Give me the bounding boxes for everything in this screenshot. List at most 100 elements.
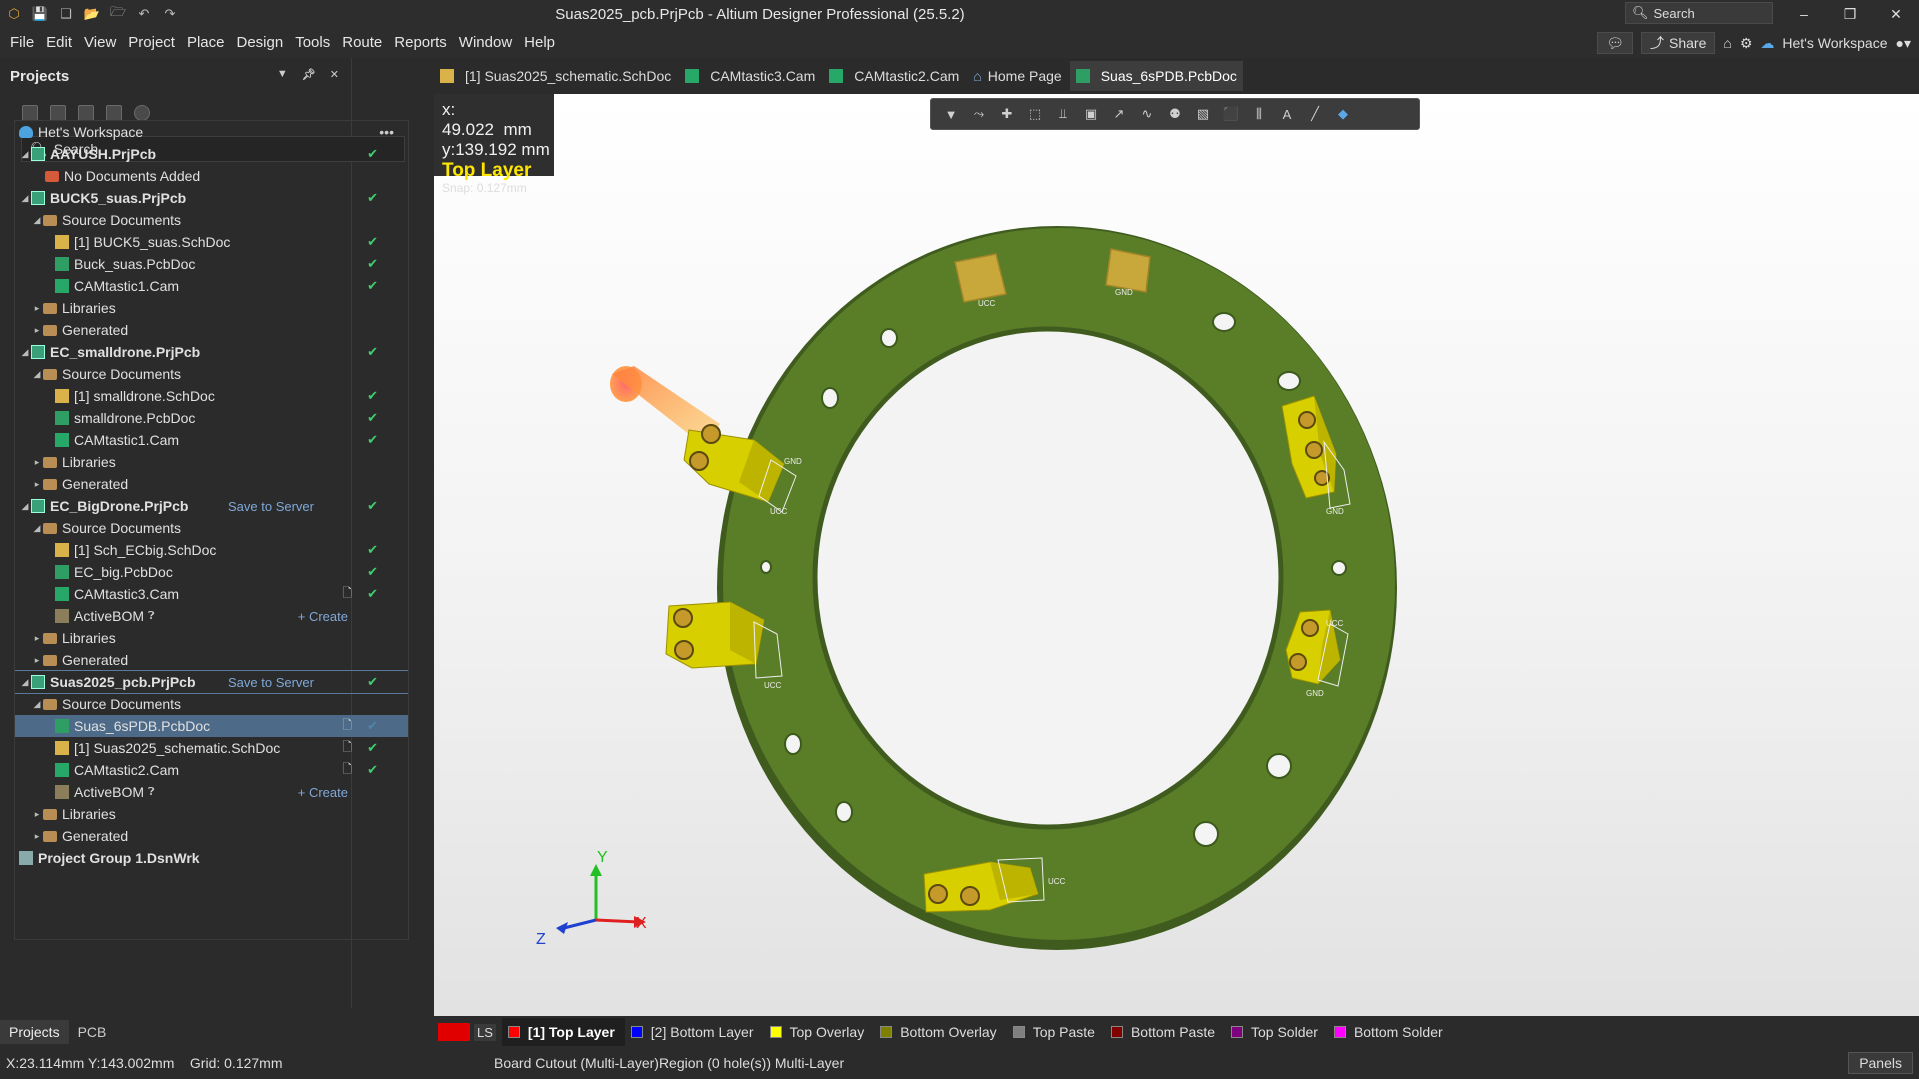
filter-icon[interactable]: ▼ — [941, 104, 961, 124]
tree-project-ec-smalldrone[interactable]: ◢ EC_smalldrone.PrjPcb ✔ — [15, 341, 408, 363]
shield-icon[interactable]: ◆ — [1333, 104, 1353, 124]
menu-window[interactable]: Window — [453, 28, 518, 58]
place-text-icon[interactable]: A — [1277, 104, 1297, 124]
tree-project-aayush[interactable]: ◢ AAYUSH.PrjPcb ✔ — [15, 143, 408, 165]
doc-tab-suas-6spdb[interactable]: Suas_6sPDB.PcbDoc — [1069, 61, 1243, 91]
collapse-arrow-icon[interactable]: ◢ — [19, 193, 31, 204]
expand-arrow-icon[interactable]: ▸ — [31, 303, 43, 314]
layer-tab-bottom-overlay[interactable]: Bottom Overlay — [874, 1018, 1006, 1046]
menu-place[interactable]: Place — [181, 28, 231, 58]
menu-view[interactable]: View — [78, 28, 122, 58]
tree-project-group[interactable]: Project Group 1.DsnWrk — [15, 847, 408, 869]
tune-length-icon[interactable]: ∿ — [1137, 104, 1157, 124]
minimize-button[interactable]: – — [1781, 0, 1827, 28]
save-to-server-link[interactable]: Save to Server — [228, 675, 314, 690]
tree-libraries[interactable]: ▸ Libraries — [15, 627, 408, 649]
collapse-arrow-icon[interactable]: ◢ — [19, 501, 31, 512]
gear-icon[interactable]: ⚙ — [1740, 35, 1753, 52]
expand-arrow-icon[interactable]: ▸ — [31, 809, 43, 820]
tree-generated[interactable]: ▸ Generated — [15, 825, 408, 847]
doc-tab-schematic[interactable]: [1] Suas2025_schematic.SchDoc — [434, 61, 678, 91]
tree-doc-buck5-schdoc[interactable]: [1] BUCK5_suas.SchDoc ✔ — [15, 231, 408, 253]
doc-tab-camtastic3[interactable]: CAMtastic3.Cam — [679, 61, 822, 91]
expand-arrow-icon[interactable]: ▸ — [31, 655, 43, 666]
tree-project-buck5[interactable]: ◢ BUCK5_suas.PrjPcb ✔ — [15, 187, 408, 209]
collapse-arrow-icon[interactable]: ◢ — [19, 149, 31, 160]
layer-tab-top-solder[interactable]: Top Solder — [1225, 1018, 1328, 1046]
place-polygon-icon[interactable]: ⬛ — [1221, 104, 1241, 124]
tree-doc-sch-ecbig[interactable]: [1] Sch_ECbig.SchDoc ✔ — [15, 539, 408, 561]
layer-tab-bottom-solder[interactable]: Bottom Solder — [1328, 1018, 1453, 1046]
place-via-icon[interactable]: ⚉ — [1165, 104, 1185, 124]
panels-button[interactable]: Panels — [1848, 1052, 1913, 1074]
menu-file[interactable]: File — [4, 28, 40, 58]
doc-tab-home-page[interactable]: ⌂ Home Page — [967, 61, 1068, 91]
notifications-button[interactable]: 💬︎ — [1597, 32, 1633, 54]
add-folder-icon[interactable] — [106, 105, 122, 121]
place-fill-icon[interactable]: ▧ — [1193, 104, 1213, 124]
menu-tools[interactable]: Tools — [289, 28, 336, 58]
doc-tab-camtastic2[interactable]: CAMtastic2.Cam — [823, 61, 966, 91]
tree-generated[interactable]: ▸ Generated — [15, 473, 408, 495]
select-rectangle-icon[interactable]: ⬚ — [1025, 104, 1045, 124]
menu-help[interactable]: Help — [518, 28, 561, 58]
place-component-icon[interactable]: ▣ — [1081, 104, 1101, 124]
tree-source-documents[interactable]: ◢ Source Documents — [15, 517, 408, 539]
tree-doc-smalldrone-schdoc[interactable]: [1] smalldrone.SchDoc ✔ — [15, 385, 408, 407]
tree-doc-camtastic1[interactable]: CAMtastic1.Cam ✔ — [15, 429, 408, 451]
tree-doc-activebom[interactable]: ActiveBOM ❓︎ + Create — [15, 781, 408, 803]
tree-doc-suas-6spdb-pcbdoc[interactable]: Suas_6sPDB.PcbDoc 🗋︎ ✔ — [15, 715, 408, 737]
save-all-icon[interactable]: ❑ — [58, 6, 74, 22]
panel-close-icon[interactable]: ✕ — [330, 68, 339, 81]
expand-arrow-icon[interactable]: ▸ — [31, 325, 43, 336]
place-dimension-icon[interactable]: ⫼ — [1249, 104, 1269, 124]
layer-tab-top-layer[interactable]: [1] Top Layer — [501, 1018, 625, 1046]
expand-arrow-icon[interactable]: ▸ — [31, 633, 43, 644]
expand-arrow-icon[interactable]: ▸ — [31, 457, 43, 468]
interactive-route-icon[interactable]: ⤳ — [969, 104, 989, 124]
pin-icon[interactable]: 📌︎ — [302, 68, 316, 81]
tree-project-suas2025[interactable]: ◢ Suas2025_pcb.PrjPcb Save to Server ✔ — [15, 670, 408, 694]
tree-source-documents[interactable]: ◢ Source Documents — [15, 209, 408, 231]
expand-arrow-icon[interactable]: ▸ — [31, 831, 43, 842]
tab-projects[interactable]: Projects — [0, 1020, 69, 1044]
share-button[interactable]: ⤴ Share — [1641, 32, 1716, 54]
menu-reports[interactable]: Reports — [388, 28, 453, 58]
global-search-input[interactable]: 🔍︎ Search — [1625, 2, 1773, 24]
layer-tab-top-paste[interactable]: Top Paste — [1007, 1018, 1105, 1046]
menu-design[interactable]: Design — [231, 28, 290, 58]
tree-doc-suas2025-schdoc[interactable]: [1] Suas2025_schematic.SchDoc 🗋︎ ✔ — [15, 737, 408, 759]
tree-doc-camtastic1[interactable]: CAMtastic1.Cam ✔ — [15, 275, 408, 297]
tree-project-ec-bigdrone[interactable]: ◢ EC_BigDrone.PrjPcb Save to Server ✔ — [15, 495, 408, 517]
redo-icon[interactable]: ↷ — [162, 6, 178, 22]
tree-libraries[interactable]: ▸ Libraries — [15, 297, 408, 319]
collapse-arrow-icon[interactable]: ◢ — [19, 347, 31, 358]
current-layer-color-swatch[interactable] — [438, 1023, 470, 1041]
place-crosshair-icon[interactable]: ✚ — [997, 104, 1017, 124]
tree-doc-ec-big-pcbdoc[interactable]: EC_big.PcbDoc ✔ — [15, 561, 408, 583]
save-project-icon[interactable] — [22, 105, 38, 121]
menu-route[interactable]: Route — [336, 28, 388, 58]
help-icon[interactable]: ❓︎ — [148, 610, 155, 623]
align-icon[interactable]: ⫫ — [1053, 104, 1073, 124]
tree-doc-camtastic2[interactable]: CAMtastic2.Cam 🗋︎ ✔ — [15, 759, 408, 781]
workspace-label[interactable]: Het's Workspace — [1782, 35, 1887, 51]
more-icon[interactable]: ••• — [379, 124, 394, 140]
layer-tab-bottom-paste[interactable]: Bottom Paste — [1105, 1018, 1225, 1046]
tree-doc-camtastic3[interactable]: CAMtastic3.Cam 🗋︎ ✔ — [15, 583, 408, 605]
help-icon[interactable]: ❓︎ — [148, 786, 155, 799]
route-differential-icon[interactable]: ↗ — [1109, 104, 1129, 124]
tab-pcb[interactable]: PCB — [69, 1020, 116, 1044]
pcb-board-3d[interactable]: UCC GND GND UCC UCC GND UCC GND UCC Y X … — [434, 94, 1919, 1016]
tree-source-documents[interactable]: ◢ Source Documents — [15, 693, 408, 715]
create-bom-link[interactable]: + Create — [298, 609, 348, 624]
home-icon[interactable]: ⌂ — [1723, 35, 1731, 51]
save-icon[interactable]: 💾 — [32, 6, 48, 22]
tree-source-documents[interactable]: ◢ Source Documents — [15, 363, 408, 385]
open-icon[interactable]: 📂 — [84, 6, 100, 22]
user-avatar-icon[interactable]: ●▾ — [1896, 35, 1911, 52]
save-to-server-link[interactable]: Save to Server — [228, 499, 314, 514]
menu-edit[interactable]: Edit — [40, 28, 78, 58]
tree-libraries[interactable]: ▸ Libraries — [15, 451, 408, 473]
altium-logo-icon[interactable]: ⬡ — [6, 6, 22, 22]
